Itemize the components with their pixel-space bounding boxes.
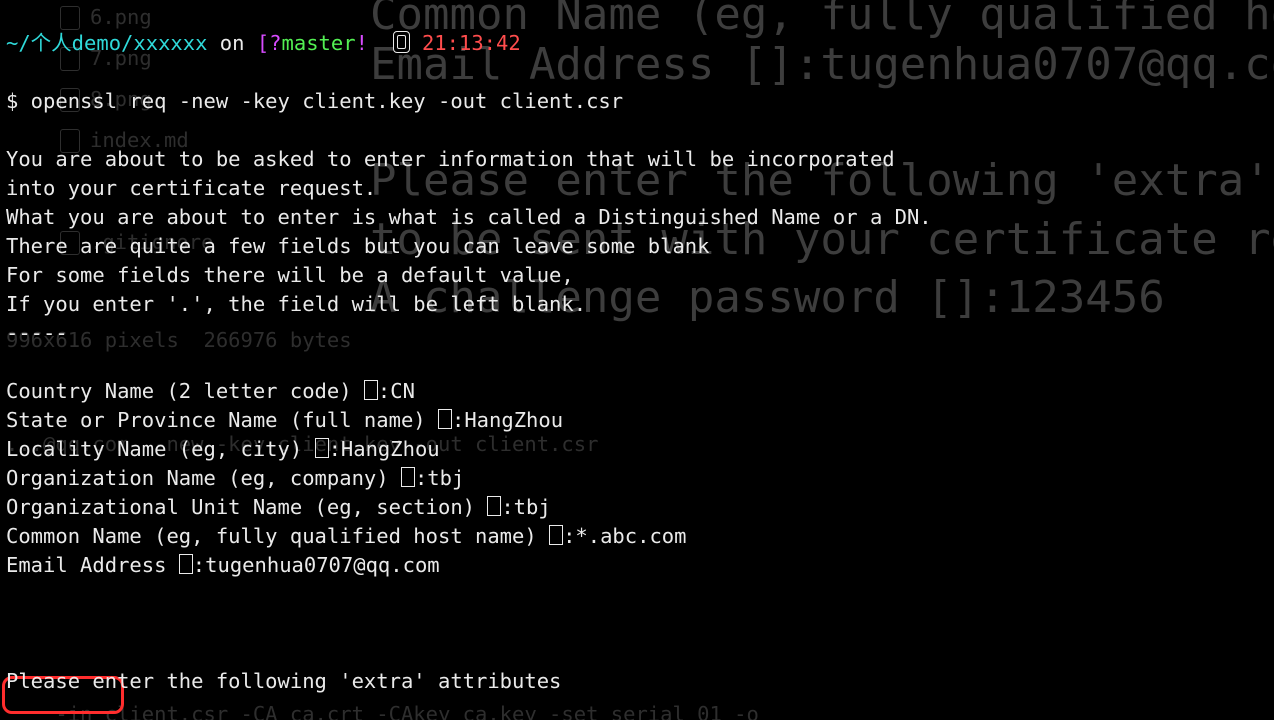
output-line: For some fields there will be a default … [6, 261, 1268, 290]
output-line: There are quite a few fields but you can… [6, 232, 1268, 261]
terminal-output[interactable]: ~/个人demo/xxxxxx on [?master! 21:13:42 $ … [0, 0, 1274, 720]
output-line: If you enter '.', the field will be left… [6, 290, 1268, 319]
clock-icon [393, 31, 410, 53]
extra-heading: Please enter the following 'extra' attri… [6, 667, 1268, 696]
dn-field-line: Common Name (eg, fully qualified host na… [6, 522, 1268, 551]
prompt-brackets: [? [257, 31, 282, 55]
dn-field-line: Locality Name (eg, city) :HangZhou [6, 435, 1268, 464]
prompt-line-1: ~/个人demo/xxxxxx on [?master! 21:13:42 [6, 29, 1268, 58]
prompt-time: 21:13:42 [422, 31, 521, 55]
prompt-path: ~/个人demo/xxxxxx [6, 31, 207, 55]
dn-field-line: Country Name (2 letter code) :CN [6, 377, 1268, 406]
placeholder-box-icon [401, 467, 415, 487]
dn-field-line: Organization Name (eg, company) :tbj [6, 464, 1268, 493]
git-branch: master [282, 31, 356, 55]
output-line: ----- [6, 319, 1268, 348]
command-openssl-req: $ openssl req -new -key client.key -out … [6, 87, 1268, 116]
placeholder-box-icon [438, 409, 452, 429]
placeholder-box-icon [549, 525, 563, 545]
git-bang: ! [356, 31, 368, 55]
placeholder-box-icon [364, 380, 378, 400]
dn-field-line: Organizational Unit Name (eg, section) :… [6, 493, 1268, 522]
placeholder-box-icon [487, 496, 501, 516]
output-line: What you are about to enter is what is c… [6, 203, 1268, 232]
placeholder-box-icon [179, 554, 193, 574]
dn-field-line: Email Address :tugenhua0707@qq.com [6, 551, 1268, 580]
output-line: into your certificate request. [6, 174, 1268, 203]
placeholder-box-icon [315, 438, 329, 458]
dn-field-line: State or Province Name (full name) :Hang… [6, 406, 1268, 435]
output-line: You are about to be asked to enter infor… [6, 145, 1268, 174]
